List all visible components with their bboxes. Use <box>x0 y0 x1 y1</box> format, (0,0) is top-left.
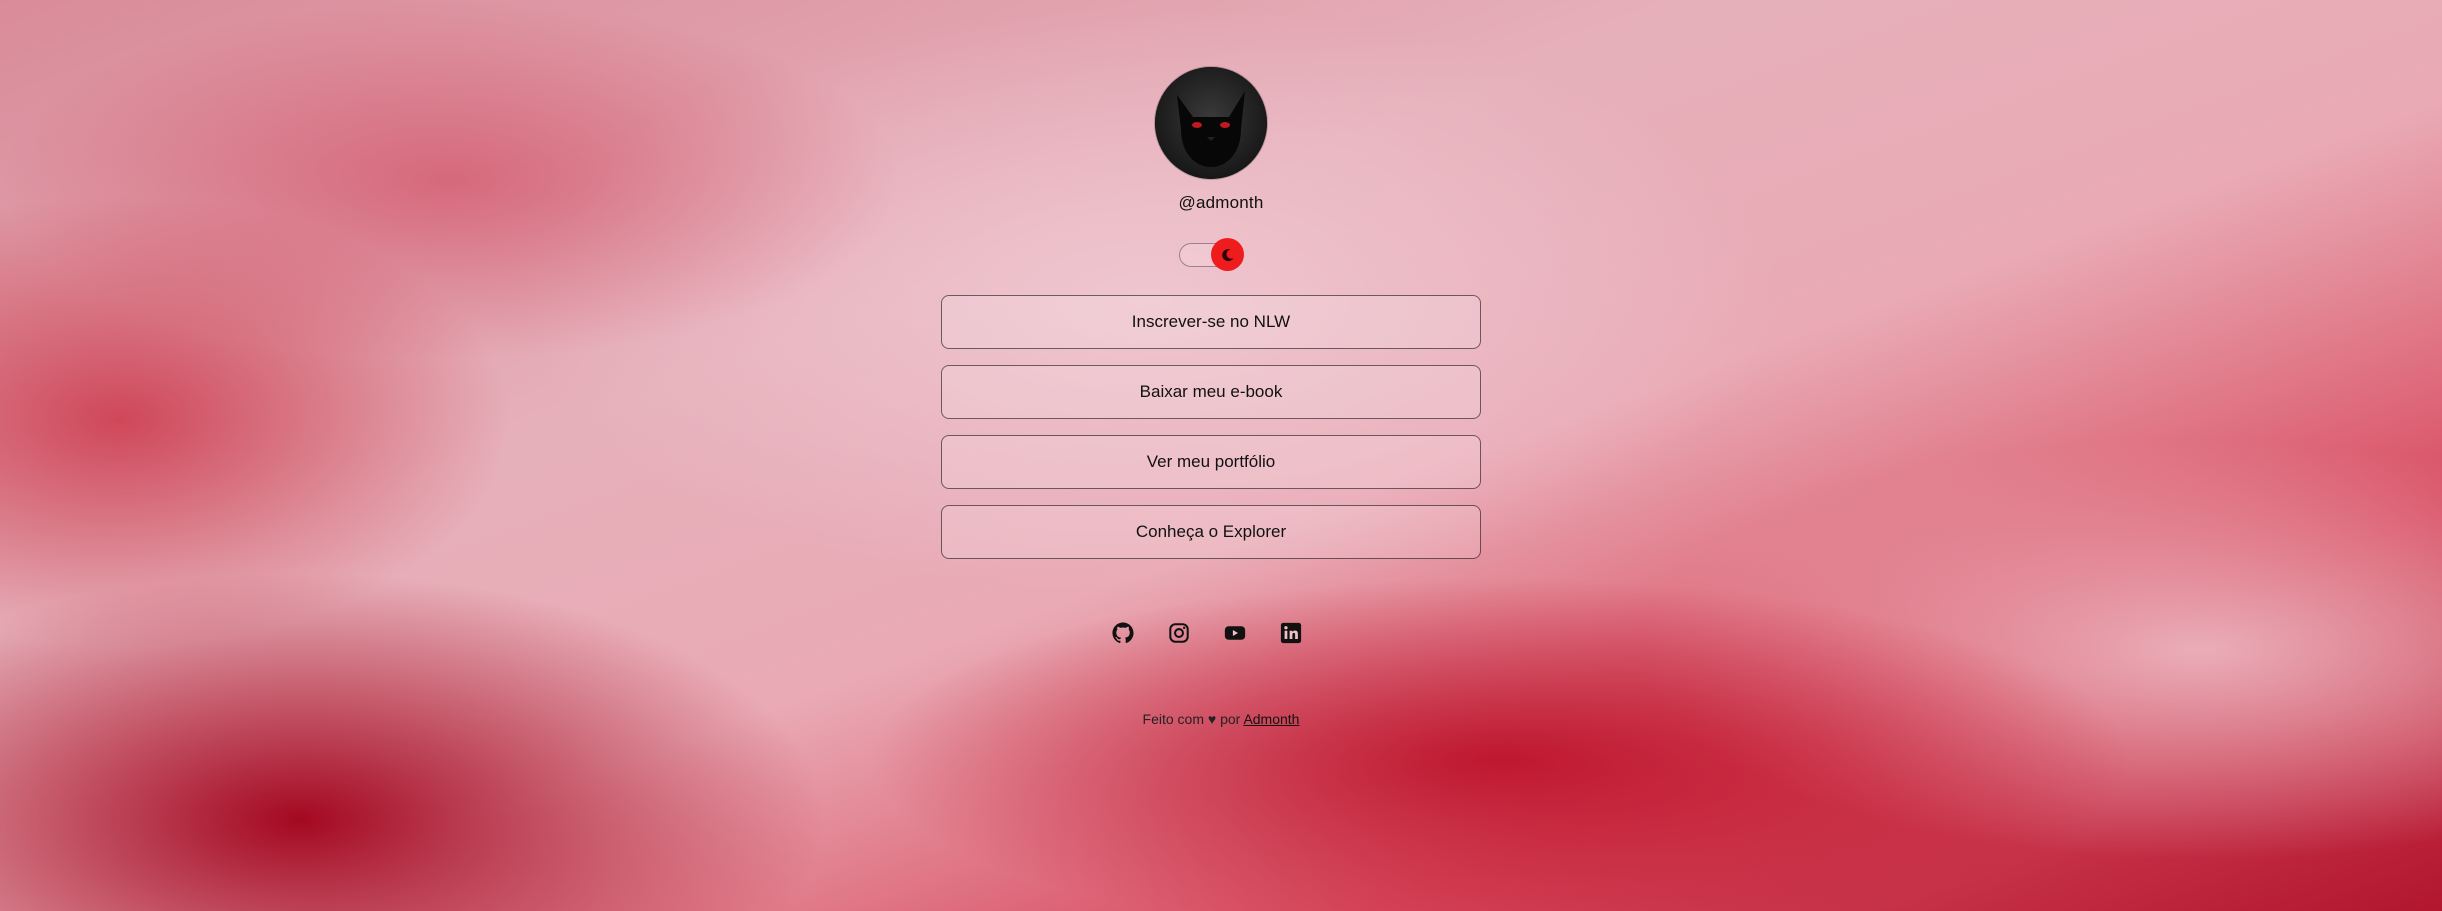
youtube-link[interactable] <box>1224 622 1246 644</box>
profile-handle: @admonth <box>1178 193 1264 212</box>
footer-middle: por <box>1220 711 1241 727</box>
youtube-icon <box>1224 626 1246 640</box>
social-links <box>1112 622 1302 644</box>
moon-icon <box>1221 248 1233 261</box>
avatar <box>1155 67 1267 179</box>
link-button-ebook[interactable]: Baixar meu e-book <box>941 365 1481 419</box>
theme-toggle-knob[interactable] <box>1211 238 1244 271</box>
footer: Feito com ♥ por Admonth <box>0 711 2442 727</box>
link-button-portfolio[interactable]: Ver meu portfólio <box>941 435 1481 489</box>
link-button-nlw[interactable]: Inscrever-se no NLW <box>941 295 1481 349</box>
link-button-explorer[interactable]: Conheça o Explorer <box>941 505 1481 559</box>
page: @admonth Inscrever-se no NLW Baixar meu … <box>0 0 2442 911</box>
linkedin-icon <box>1280 622 1302 644</box>
links-list: Inscrever-se no NLW Baixar meu e-book Ve… <box>941 295 1481 575</box>
linkedin-link[interactable] <box>1280 622 1302 644</box>
github-link[interactable] <box>1112 622 1134 644</box>
cat-avatar-image <box>1155 67 1267 179</box>
github-icon <box>1112 622 1134 644</box>
footer-prefix: Feito com <box>1142 711 1204 727</box>
instagram-icon <box>1169 623 1189 643</box>
footer-author-link[interactable]: Admonth <box>1243 711 1299 727</box>
instagram-link[interactable] <box>1168 622 1190 644</box>
heart-icon: ♥ <box>1207 711 1217 727</box>
